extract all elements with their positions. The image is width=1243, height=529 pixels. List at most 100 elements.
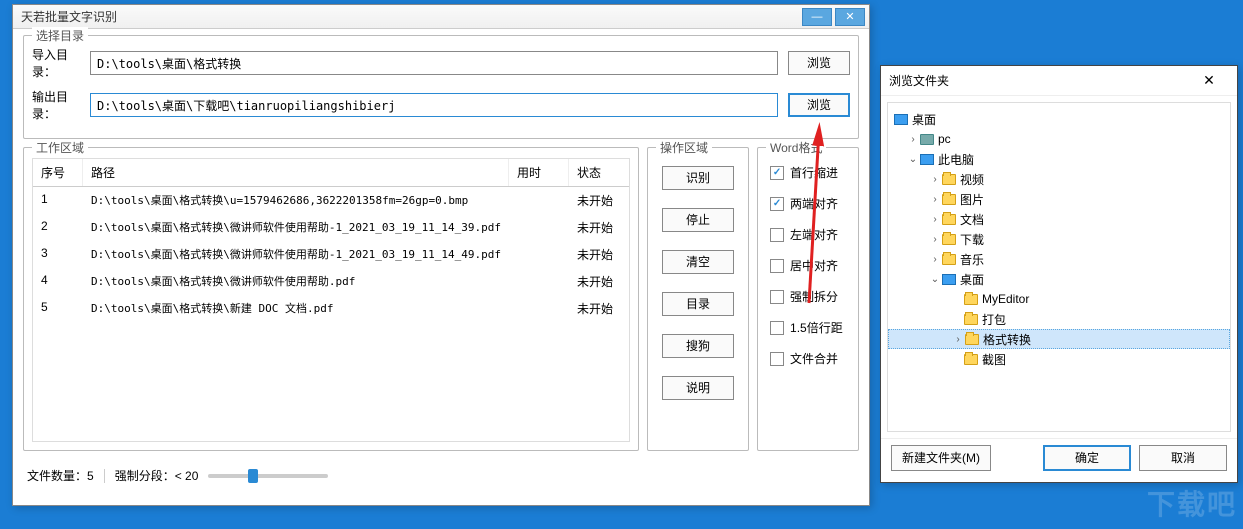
word-inner: ✓首行缩进 ✓两端对齐 左端对齐 居中对齐 强制拆分 1.5倍行距 文件合并 [766, 158, 850, 367]
tree-item-pictures[interactable]: ›图片 [888, 189, 1230, 209]
checkbox-merge[interactable]: 文件合并 [770, 350, 846, 367]
checkbox-indent[interactable]: ✓首行缩进 [770, 164, 846, 181]
operations-legend: 操作区域 [656, 139, 712, 156]
tree-item-video[interactable]: ›视频 [888, 169, 1230, 189]
file-count-value: 5 [87, 469, 94, 483]
checkbox-spacing[interactable]: 1.5倍行距 [770, 319, 846, 336]
checkbox-center[interactable]: 居中对齐 [770, 257, 846, 274]
tree-item-desktop2[interactable]: ⌄桌面 [888, 269, 1230, 289]
checkbox-split[interactable]: 强制拆分 [770, 288, 846, 305]
tree-item-downloads[interactable]: ›下载 [888, 229, 1230, 249]
operations-group: 操作区域 识别 停止 清空 目录 搜狗 说明 [647, 147, 749, 451]
tree-item-pack[interactable]: 打包 [888, 309, 1230, 329]
segment-slider[interactable] [208, 474, 328, 478]
tree-item-desktop[interactable]: 桌面 [888, 109, 1230, 129]
col-time[interactable]: 用时 [509, 159, 569, 186]
lower-area: 工作区域 序号 路径 用时 状态 1D:\tools\桌面\格式转换\u=157… [23, 147, 859, 459]
browse-title: 浏览文件夹 [889, 72, 1189, 89]
import-label: 导入目录： [32, 46, 90, 80]
folder-icon [942, 194, 956, 205]
folder-icon [964, 354, 978, 365]
desktop-icon [942, 274, 956, 285]
folder-icon [964, 294, 978, 305]
table-body: 1D:\tools\桌面\格式转换\u=1579462686,362220135… [33, 187, 629, 322]
tree-item-pc[interactable]: ›pc [888, 129, 1230, 149]
folder-icon [942, 174, 956, 185]
ok-button[interactable]: 确定 [1043, 445, 1131, 471]
col-status[interactable]: 状态 [569, 159, 629, 186]
chevron-right-icon[interactable]: › [951, 334, 965, 345]
force-segment-label: 强制分段：< 20 [115, 467, 199, 484]
workarea-legend: 工作区域 [32, 139, 88, 156]
cancel-button[interactable]: 取消 [1139, 445, 1227, 471]
word-legend: Word格式 [766, 139, 826, 156]
folder-icon [942, 254, 956, 265]
col-index[interactable]: 序号 [33, 159, 83, 186]
chevron-right-icon[interactable]: › [928, 254, 942, 265]
browse-close-button[interactable]: ✕ [1189, 72, 1229, 89]
folder-icon [965, 334, 979, 345]
computer-icon [920, 154, 934, 165]
checkbox-icon [770, 290, 784, 304]
chevron-down-icon[interactable]: ⌄ [928, 274, 942, 285]
output-label: 输出目录： [32, 88, 90, 122]
minimize-button[interactable]: — [802, 8, 832, 26]
chevron-right-icon[interactable]: › [928, 194, 942, 205]
dir-button[interactable]: 目录 [662, 292, 734, 316]
check-icon: ✓ [770, 166, 784, 180]
browse-buttons: 新建文件夹(M) 确定 取消 [881, 438, 1237, 477]
import-input[interactable] [90, 51, 778, 75]
new-folder-button[interactable]: 新建文件夹(M) [891, 445, 991, 471]
checkbox-left[interactable]: 左端对齐 [770, 226, 846, 243]
checkbox-icon [770, 352, 784, 366]
tree-item-screenshot[interactable]: 截图 [888, 349, 1230, 369]
output-row: 输出目录： 浏览 [32, 88, 850, 122]
checkbox-icon [770, 259, 784, 273]
main-window: 天若批量文字识别 — ✕ 选择目录 导入目录： 浏览 输出目录： 浏览 工作区域 [12, 4, 870, 506]
chevron-right-icon[interactable]: › [928, 174, 942, 185]
folder-icon [964, 314, 978, 325]
chevron-right-icon[interactable]: › [906, 134, 920, 145]
file-table: 序号 路径 用时 状态 1D:\tools\桌面\格式转换\u=15794626… [32, 158, 630, 442]
user-icon [920, 134, 934, 145]
close-button[interactable]: ✕ [835, 8, 865, 26]
sogou-button[interactable]: 搜狗 [662, 334, 734, 358]
tree-item-myeditor[interactable]: MyEditor [888, 289, 1230, 309]
titlebar[interactable]: 天若批量文字识别 — ✕ [13, 5, 869, 29]
browse-output-button[interactable]: 浏览 [788, 93, 850, 117]
browse-import-button[interactable]: 浏览 [788, 51, 850, 75]
ocr-button[interactable]: 识别 [662, 166, 734, 190]
directory-group: 选择目录 导入目录： 浏览 输出目录： 浏览 [23, 35, 859, 139]
tree-item-music[interactable]: ›音乐 [888, 249, 1230, 269]
tree-item-thispc[interactable]: ⌄此电脑 [888, 149, 1230, 169]
stop-button[interactable]: 停止 [662, 208, 734, 232]
table-row[interactable]: 1D:\tools\桌面\格式转换\u=1579462686,362220135… [33, 187, 629, 214]
window-body: 选择目录 导入目录： 浏览 输出目录： 浏览 工作区域 序号 路径 用时 [13, 29, 869, 490]
desktop-icon [894, 114, 908, 125]
checkbox-justify[interactable]: ✓两端对齐 [770, 195, 846, 212]
tree-item-docs[interactable]: ›文档 [888, 209, 1230, 229]
browse-folder-dialog: 浏览文件夹 ✕ 桌面 ›pc ⌄此电脑 ›视频 ›图片 ›文档 ›下载 ›音乐 … [880, 65, 1238, 483]
chevron-right-icon[interactable]: › [928, 234, 942, 245]
chevron-down-icon[interactable]: ⌄ [906, 154, 920, 165]
output-input[interactable] [90, 93, 778, 117]
check-icon: ✓ [770, 197, 784, 211]
table-row[interactable]: 3D:\tools\桌面\格式转换\微讲师软件使用帮助-1_2021_03_19… [33, 241, 629, 268]
directory-legend: 选择目录 [32, 27, 88, 44]
chevron-right-icon[interactable]: › [928, 214, 942, 225]
tree-item-convert[interactable]: ›格式转换 [888, 329, 1230, 349]
help-button[interactable]: 说明 [662, 376, 734, 400]
folder-tree[interactable]: 桌面 ›pc ⌄此电脑 ›视频 ›图片 ›文档 ›下载 ›音乐 ⌄桌面 MyEd… [887, 102, 1231, 432]
checkbox-icon [770, 228, 784, 242]
col-path[interactable]: 路径 [83, 159, 509, 186]
table-row[interactable]: 4D:\tools\桌面\格式转换\微讲师软件使用帮助.pdf未开始 [33, 268, 629, 295]
folder-icon [942, 214, 956, 225]
slider-thumb[interactable] [248, 469, 258, 483]
file-count-label: 文件数量： [27, 467, 87, 484]
browse-titlebar[interactable]: 浏览文件夹 ✕ [881, 66, 1237, 96]
clear-button[interactable]: 清空 [662, 250, 734, 274]
table-row[interactable]: 2D:\tools\桌面\格式转换\微讲师软件使用帮助-1_2021_03_19… [33, 214, 629, 241]
import-row: 导入目录： 浏览 [32, 46, 850, 80]
workarea-group: 工作区域 序号 路径 用时 状态 1D:\tools\桌面\格式转换\u=157… [23, 147, 639, 451]
table-row[interactable]: 5D:\tools\桌面\格式转换\新建 DOC 文档.pdf未开始 [33, 295, 629, 322]
